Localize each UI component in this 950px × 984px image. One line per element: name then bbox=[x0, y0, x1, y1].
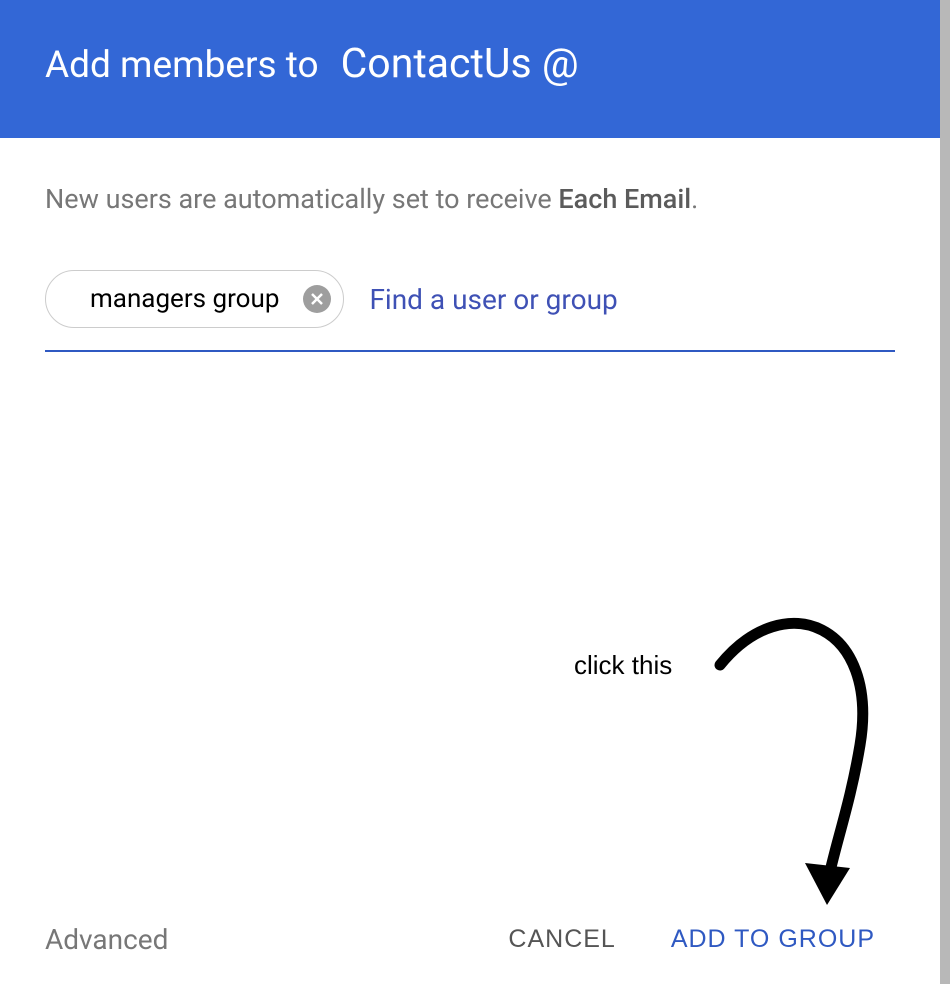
dialog-content: New users are automatically set to recei… bbox=[0, 138, 940, 352]
dialog-header: Add members to ContactUs @ bbox=[0, 0, 940, 138]
add-to-group-button[interactable]: ADD TO GROUP bbox=[661, 915, 885, 964]
chip-text: managers group bbox=[76, 284, 293, 314]
search-placeholder[interactable]: Find a user or group bbox=[369, 283, 617, 316]
footer-actions: CANCEL ADD TO GROUP bbox=[498, 915, 885, 964]
info-text-prefix: New users are automatically set to recei… bbox=[45, 183, 558, 215]
annotation-label: click this bbox=[574, 650, 672, 681]
info-text-bold: Each Email bbox=[558, 183, 691, 215]
info-text: New users are automatically set to recei… bbox=[45, 183, 895, 215]
selected-chip: managers group bbox=[45, 270, 344, 328]
add-members-dialog: Add members to ContactUs @ New users are… bbox=[0, 0, 940, 984]
cancel-button[interactable]: CANCEL bbox=[498, 915, 625, 964]
close-icon[interactable] bbox=[303, 285, 331, 313]
scrollbar-edge bbox=[940, 0, 950, 984]
search-row[interactable]: managers group Find a user or group bbox=[45, 270, 895, 352]
header-group-name: ContactUs @ bbox=[341, 40, 579, 88]
dialog-footer: Advanced CANCEL ADD TO GROUP bbox=[0, 915, 930, 964]
header-prefix: Add members to bbox=[45, 44, 319, 87]
annotation-arrow-icon bbox=[705, 595, 905, 925]
advanced-link[interactable]: Advanced bbox=[45, 923, 168, 956]
info-text-suffix: . bbox=[691, 183, 698, 215]
